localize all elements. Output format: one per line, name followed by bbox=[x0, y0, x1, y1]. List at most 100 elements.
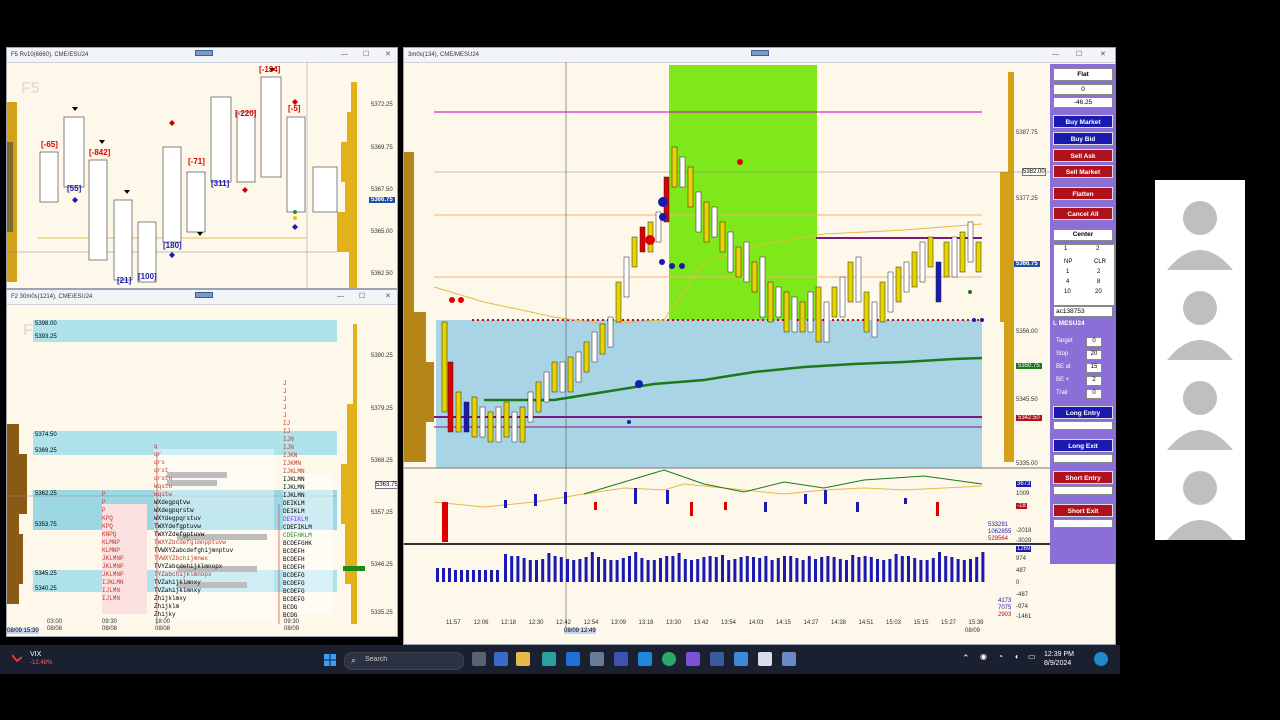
store-icon[interactable] bbox=[542, 652, 556, 666]
qty-left[interactable]: 1 bbox=[1064, 246, 1067, 252]
maximize-icon[interactable]: ☐ bbox=[363, 48, 369, 62]
volume-bar bbox=[659, 558, 662, 582]
long-entry-select[interactable] bbox=[1053, 421, 1113, 430]
volume-bar bbox=[826, 556, 830, 582]
trail-stepper[interactable]: 0 bbox=[1086, 389, 1102, 399]
time-tick: 12:18 bbox=[501, 620, 517, 626]
windows-start-icon[interactable] bbox=[324, 653, 336, 666]
flatten-button[interactable]: Flatten bbox=[1053, 187, 1113, 200]
clock-time[interactable]: 12:39 PM bbox=[1044, 651, 1074, 658]
indicator-value: 1062855 bbox=[988, 529, 1012, 535]
buy-market-button[interactable]: Buy Market bbox=[1053, 115, 1113, 128]
wifi-icon[interactable]: ◔ bbox=[998, 652, 1003, 661]
volume-bar bbox=[764, 556, 768, 582]
volume-bar bbox=[553, 556, 557, 582]
volume-bar bbox=[572, 560, 576, 582]
photos-icon[interactable] bbox=[638, 652, 652, 666]
edge-icon[interactable] bbox=[662, 652, 676, 666]
qty-preset[interactable]: 2 bbox=[1097, 269, 1100, 275]
volume-bar bbox=[522, 558, 526, 582]
chevron-up-icon[interactable]: ⌃ bbox=[962, 653, 970, 664]
qty-preset[interactable]: 1 bbox=[1066, 269, 1069, 275]
qty-preset[interactable]: 20 bbox=[1095, 289, 1102, 295]
f2-drag-handle[interactable] bbox=[195, 292, 213, 298]
maximize-icon[interactable]: ☐ bbox=[1076, 48, 1082, 62]
long-exit-button[interactable]: Long Exit bbox=[1053, 439, 1113, 452]
app-icon[interactable] bbox=[710, 652, 724, 666]
center-button[interactable]: Center bbox=[1053, 229, 1113, 241]
date-tick: 08/08 bbox=[102, 626, 118, 632]
close-icon[interactable]: ✕ bbox=[385, 290, 391, 304]
app-icon[interactable] bbox=[734, 652, 748, 666]
f5-titlebar[interactable]: F5 Rv10(6660), CME/ESU24 — ☐ ✕ bbox=[7, 48, 397, 63]
be-at-stepper[interactable]: 15 bbox=[1086, 363, 1102, 373]
app-icon[interactable] bbox=[614, 652, 628, 666]
sell-market-button[interactable]: Sell Market bbox=[1053, 165, 1113, 178]
sell-ask-button[interactable]: Sell Ask bbox=[1053, 149, 1113, 162]
f5-chart-window[interactable]: F5 Rv10(6660), CME/ESU24 — ☐ ✕ F5 [-65] … bbox=[6, 47, 398, 289]
long-exit-select[interactable] bbox=[1053, 454, 1113, 463]
volume-bar bbox=[907, 556, 910, 582]
volume-bars-dense bbox=[504, 552, 985, 582]
volume-bar bbox=[665, 556, 669, 582]
main-chart-window[interactable]: 3m0s(134), CME/MESU24 — ☐ ✕ 5387.75 5377… bbox=[403, 47, 1116, 645]
clr-button[interactable]: CLR bbox=[1094, 259, 1106, 265]
main-titlebar[interactable]: 3m0s(134), CME/MESU24 — ☐ ✕ bbox=[404, 48, 1115, 63]
f5-drag-handle[interactable] bbox=[195, 50, 213, 56]
short-entry-button[interactable]: Short Entry bbox=[1053, 471, 1113, 484]
buy-bid-button[interactable]: Buy Bid bbox=[1053, 132, 1113, 145]
qty-preset[interactable]: 10 bbox=[1064, 289, 1071, 295]
file-explorer-icon[interactable] bbox=[516, 652, 530, 666]
f5-title: F5 Rv10(6660), CME/ESU24 bbox=[11, 52, 89, 58]
app-icon[interactable] bbox=[782, 652, 796, 666]
f5-right-profile bbox=[337, 82, 357, 288]
account-select[interactable]: ac138753 bbox=[1053, 306, 1113, 317]
long-entry-button[interactable]: Long Entry bbox=[1053, 406, 1113, 419]
time-tick: 09:30 bbox=[102, 619, 118, 625]
search-box[interactable]: ⌕ Search bbox=[344, 652, 464, 670]
maximize-icon[interactable]: ☐ bbox=[359, 290, 365, 304]
settings-icon[interactable] bbox=[590, 652, 604, 666]
np-button[interactable]: NP bbox=[1064, 259, 1072, 265]
minimize-icon[interactable]: — bbox=[1052, 48, 1059, 62]
time-tick: 14:38 bbox=[831, 620, 847, 626]
close-icon[interactable]: ✕ bbox=[385, 48, 391, 62]
task-view-icon[interactable] bbox=[472, 652, 486, 666]
price-tick: 5379.25 bbox=[371, 406, 393, 412]
volume-bar bbox=[894, 554, 898, 582]
app-icon[interactable] bbox=[758, 652, 772, 666]
stop-stepper[interactable]: 20 bbox=[1086, 350, 1102, 360]
short-exit-select[interactable] bbox=[1053, 519, 1113, 528]
short-exit-button[interactable]: Short Exit bbox=[1053, 504, 1113, 517]
volume-icon[interactable]: ◖ bbox=[1014, 652, 1019, 661]
qty-preset[interactable]: 8 bbox=[1097, 279, 1100, 285]
target-stepper[interactable]: 0 bbox=[1086, 337, 1102, 347]
network-icon[interactable]: ◉ bbox=[980, 652, 987, 661]
f5-chart-canvas[interactable] bbox=[7, 62, 398, 289]
be-plus-stepper[interactable]: 2 bbox=[1086, 376, 1102, 386]
mail-icon[interactable] bbox=[566, 652, 580, 666]
stock-widget-icon[interactable] bbox=[11, 650, 23, 663]
close-icon[interactable]: ✕ bbox=[1100, 48, 1106, 62]
clock-date[interactable]: 8/9/2024 bbox=[1044, 660, 1071, 667]
battery-icon[interactable]: ▭ bbox=[1028, 652, 1036, 661]
widgets-icon[interactable] bbox=[494, 652, 508, 666]
volume-bar bbox=[820, 557, 824, 582]
f2-titlebar[interactable]: F2 30m0s(1214), CME/ESU24 — ☐ ✕ bbox=[7, 290, 397, 305]
minimize-icon[interactable]: — bbox=[341, 48, 348, 62]
target-label: Target bbox=[1056, 338, 1073, 344]
pnl-value: -46.25 bbox=[1053, 97, 1113, 108]
qty-preset[interactable]: 4 bbox=[1066, 279, 1069, 285]
f2-chart-window[interactable]: F2 30m0s(1214), CME/ESU24 — ☐ ✕ F P P P … bbox=[6, 289, 398, 637]
f5-label: [311] bbox=[211, 179, 230, 188]
short-entry-select[interactable] bbox=[1053, 486, 1113, 495]
main-price-chart[interactable] bbox=[404, 62, 1051, 632]
minimize-icon[interactable]: — bbox=[337, 290, 344, 304]
volume-bar bbox=[851, 555, 855, 582]
notification-icon[interactable] bbox=[1094, 652, 1108, 666]
main-drag-handle[interactable] bbox=[751, 50, 769, 56]
visual-studio-icon[interactable] bbox=[686, 652, 700, 666]
cancel-all-button[interactable]: Cancel All bbox=[1053, 207, 1113, 220]
qty-right[interactable]: 2 bbox=[1096, 246, 1099, 252]
f5-label: [180] bbox=[163, 241, 182, 250]
